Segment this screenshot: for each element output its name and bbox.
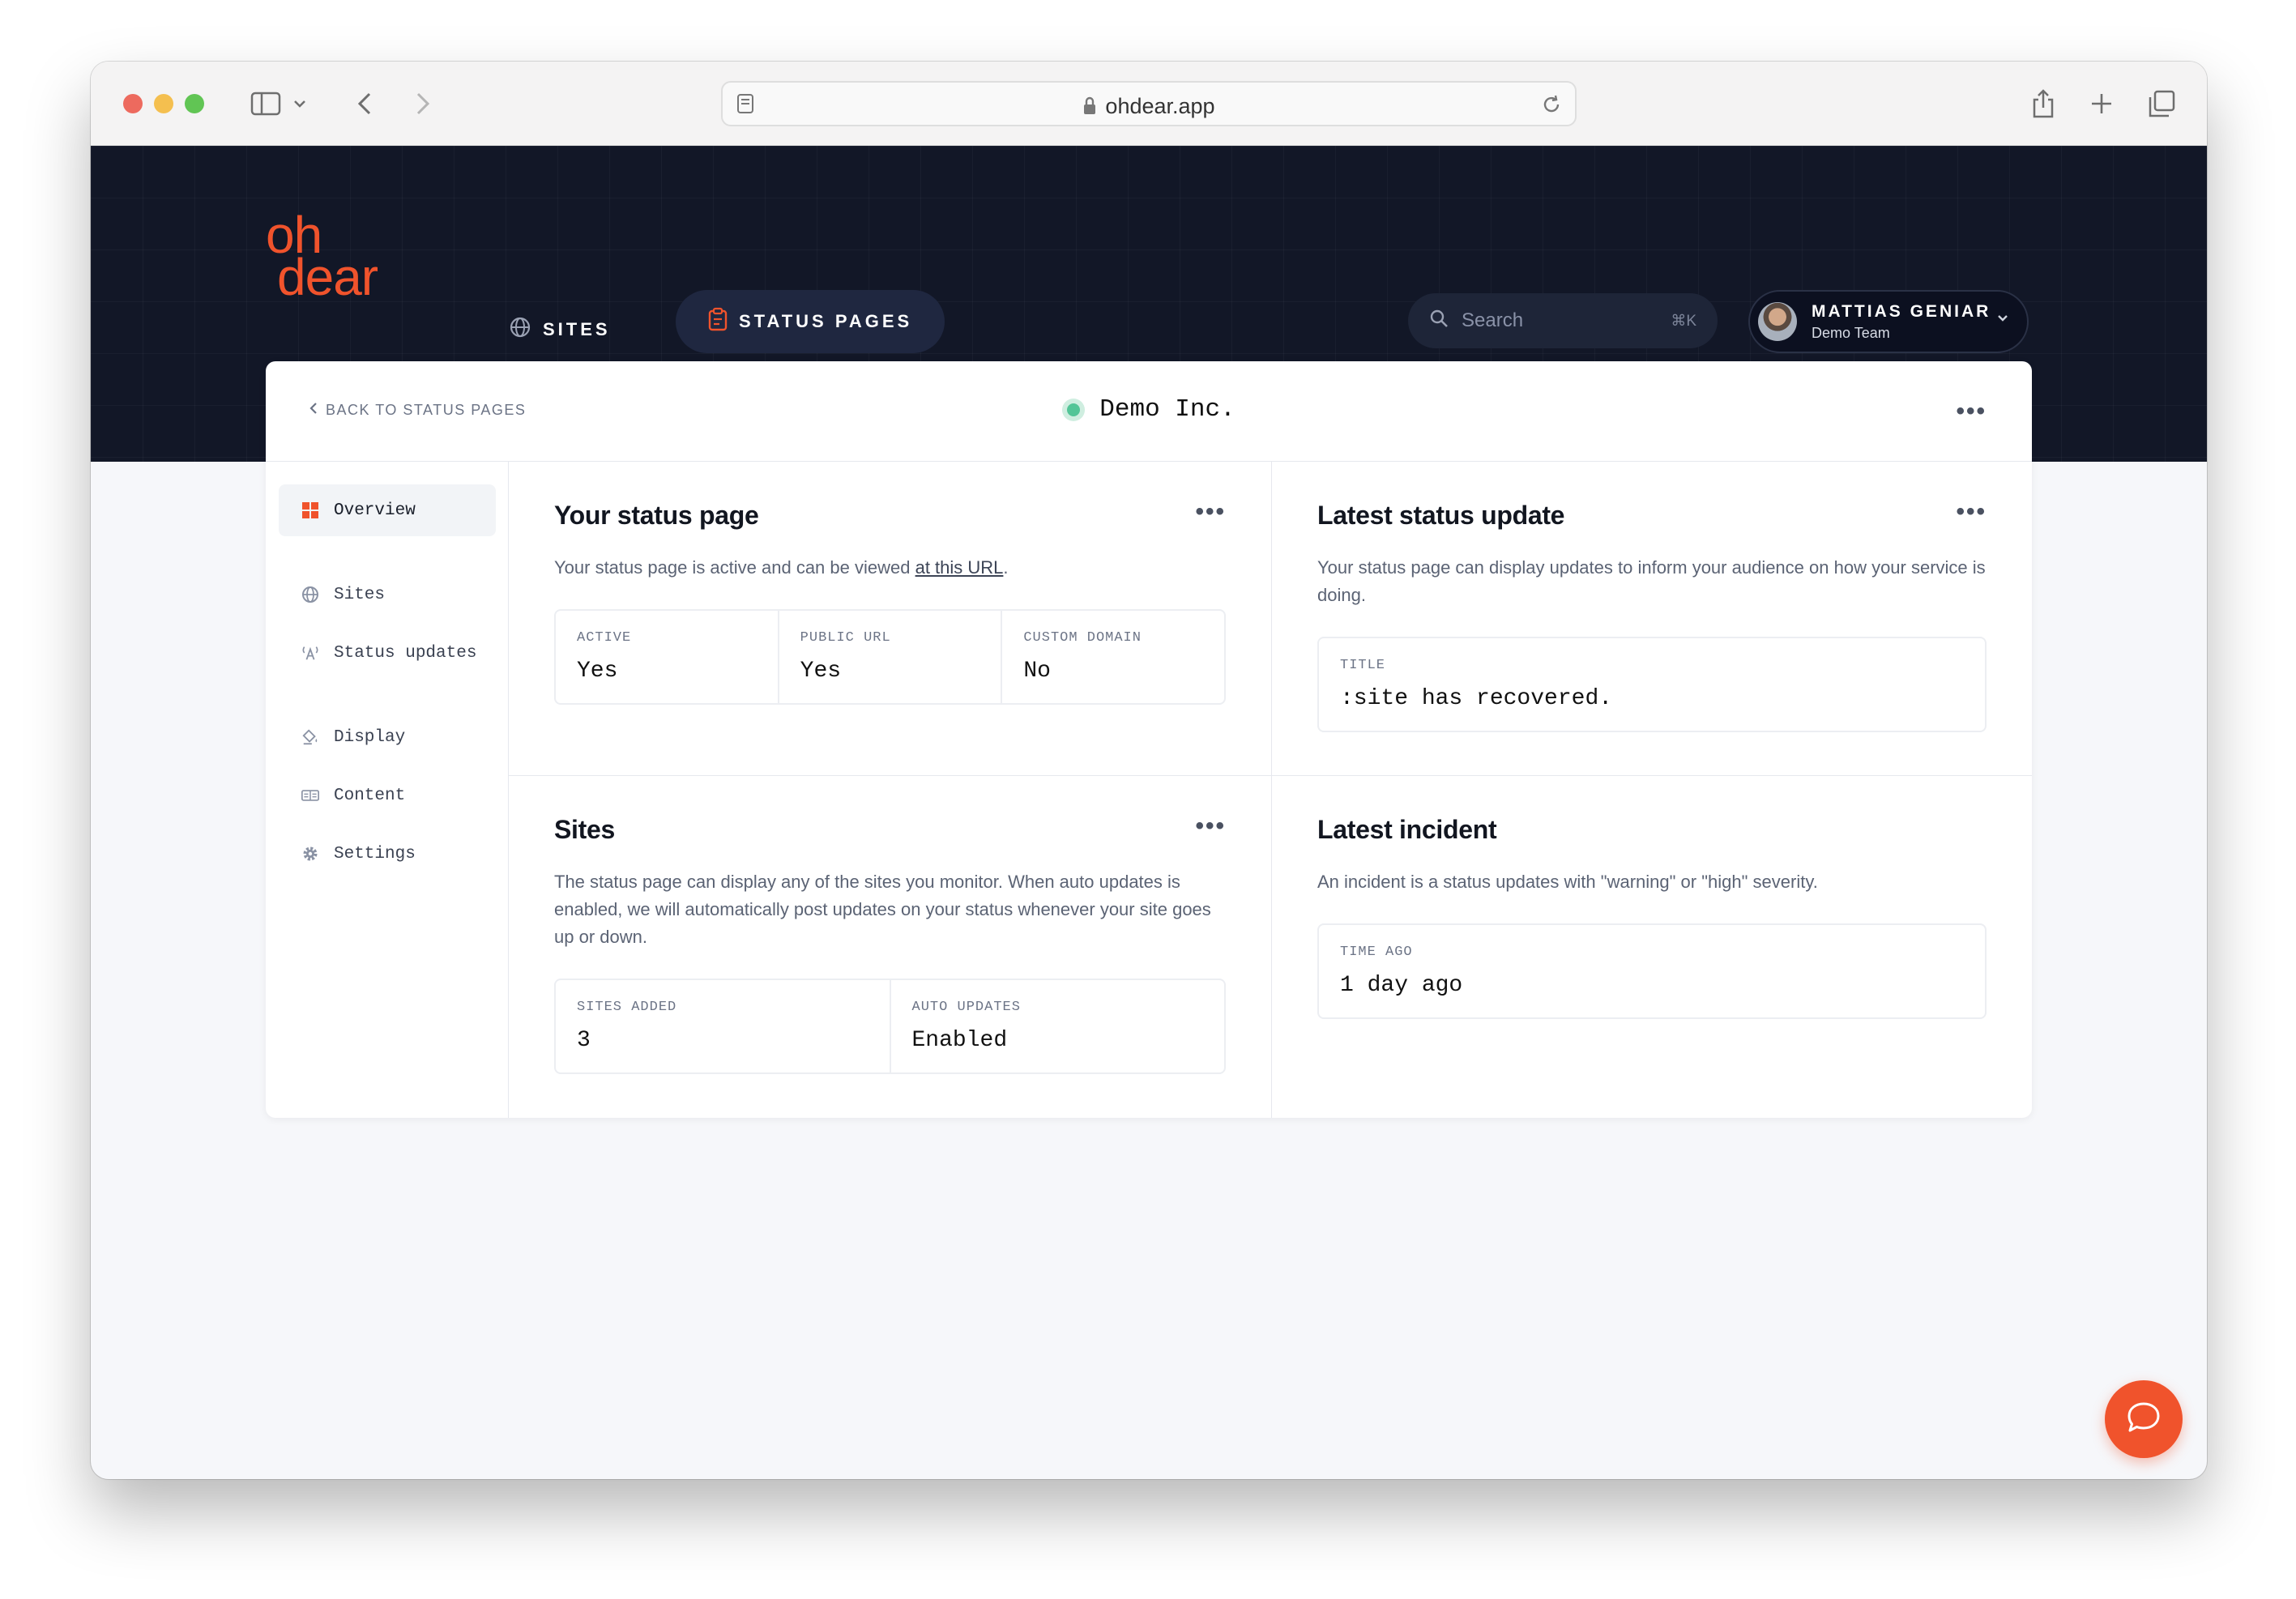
card-header: BACK TO STATUS PAGES Demo Inc. ••• xyxy=(266,361,2032,462)
avatar xyxy=(1758,302,1797,341)
status-page-card: BACK TO STATUS PAGES Demo Inc. ••• Overv… xyxy=(266,361,2032,1118)
stats-box: TIME AGO 1 day ago xyxy=(1317,923,1987,1019)
close-window-button[interactable] xyxy=(123,94,143,113)
chat-button[interactable] xyxy=(2105,1380,2183,1458)
sidebar-item-content[interactable]: Content xyxy=(279,770,496,821)
panel-title: Latest incident xyxy=(1317,815,1497,844)
nav-status-pages[interactable]: STATUS PAGES xyxy=(676,290,945,353)
panel-title: Your status page xyxy=(554,501,759,530)
stat-active: ACTIVE Yes xyxy=(556,611,779,703)
stat-title: TITLE :site has recovered. xyxy=(1340,658,1613,711)
back-arrow-icon[interactable] xyxy=(350,89,379,118)
sidebar-item-display[interactable]: Display xyxy=(279,711,496,763)
more-options-icon[interactable]: ••• xyxy=(1195,500,1226,524)
maximize-window-button[interactable] xyxy=(185,94,204,113)
page-title: Demo Inc. xyxy=(1099,395,1235,424)
new-tab-icon[interactable] xyxy=(2087,89,2116,118)
sites-panel: Sites ••• The status page can display an… xyxy=(509,776,1272,1118)
panel-title: Sites xyxy=(554,815,615,844)
user-menu[interactable]: MATTIAS GENIAR Demo Team xyxy=(1748,290,2029,353)
chevron-down-icon xyxy=(1996,313,2009,327)
more-options-icon[interactable]: ••• xyxy=(1956,399,1987,424)
gear-icon xyxy=(301,845,319,863)
paint-bucket-icon xyxy=(301,728,319,746)
panel-title: Latest status update xyxy=(1317,501,1565,530)
broadcast-icon xyxy=(301,644,319,662)
search-shortcut: ⌘K xyxy=(1671,312,1696,330)
forward-arrow-icon[interactable] xyxy=(408,89,437,118)
search-icon xyxy=(1429,309,1449,334)
latest-status-update-panel: Latest status update ••• Your status pag… xyxy=(1272,462,2032,776)
status-indicator xyxy=(1062,398,1086,421)
stat-custom-domain: CUSTOM DOMAIN No xyxy=(1023,630,1142,684)
status-page-panel: Your status page ••• Your status page is… xyxy=(509,462,1272,776)
more-options-icon[interactable]: ••• xyxy=(1956,500,1987,524)
sidebar-toggle-icon[interactable] xyxy=(250,89,282,118)
ohdear-logo[interactable]: oh dear xyxy=(266,209,378,303)
stats-box: TITLE :site has recovered. xyxy=(1317,637,1987,732)
nav-sites[interactable]: SITES xyxy=(509,316,611,343)
url-text: ohdear.app xyxy=(723,94,1575,122)
sidebar-item-settings[interactable]: Settings xyxy=(279,828,496,880)
sidebar-item-sites[interactable]: Sites xyxy=(279,569,496,620)
stat-time-ago: TIME AGO 1 day ago xyxy=(1340,944,1463,998)
browser-toolbar: ohdear.app xyxy=(91,62,2207,146)
sidebar-item-overview[interactable]: Overview xyxy=(279,484,496,536)
globe-icon xyxy=(301,586,319,603)
status-page-url-link[interactable]: at this URL xyxy=(915,557,1004,578)
user-name: MATTIAS GENIAR xyxy=(1812,301,1991,321)
stats-box: ACTIVE Yes PUBLIC URL Yes CUSTOM DOMAIN … xyxy=(554,609,1226,705)
share-icon[interactable] xyxy=(2027,86,2059,122)
stat-auto-updates: AUTO UPDATES Enabled xyxy=(911,1000,1021,1053)
chevron-down-icon[interactable] xyxy=(290,94,309,113)
grid-icon xyxy=(301,501,319,519)
search-placeholder: Search xyxy=(1462,309,1524,331)
panel-description: The status page can display any of the s… xyxy=(554,872,1211,947)
sidebar-item-status-updates[interactable]: Status updates xyxy=(279,627,496,679)
minimize-window-button[interactable] xyxy=(154,94,173,113)
sidebar: Overview Sites Status updates Display Co… xyxy=(266,462,509,1118)
search-input[interactable]: Search ⌘K xyxy=(1408,293,1718,348)
more-options-icon[interactable]: ••• xyxy=(1195,814,1226,838)
panel-description: Your status page can display updates to … xyxy=(1317,557,1986,605)
stats-box: SITES ADDED 3 AUTO UPDATES Enabled xyxy=(554,979,1226,1074)
user-team: Demo Team xyxy=(1812,324,1890,341)
globe-icon xyxy=(509,316,531,343)
tab-overview-icon[interactable] xyxy=(2145,87,2178,120)
reload-icon[interactable] xyxy=(1539,92,1564,117)
chat-bubble-icon xyxy=(2126,1401,2162,1439)
text-box-icon xyxy=(301,787,319,804)
stat-sites-added: SITES ADDED 3 xyxy=(556,980,891,1072)
browser-window: ohdear.app oh dear SITES STATUS PAGES Se… xyxy=(91,62,2207,1479)
panel-description: Your status page is active and can be vi… xyxy=(554,557,1009,578)
lock-icon xyxy=(1082,96,1097,122)
panel-description: An incident is a status updates with "wa… xyxy=(1317,872,1818,892)
clipboard-icon xyxy=(708,307,728,336)
stat-public-url: PUBLIC URL Yes xyxy=(779,611,1003,703)
address-bar[interactable]: ohdear.app xyxy=(721,81,1577,126)
latest-incident-panel: Latest incident An incident is a status … xyxy=(1272,776,2032,1118)
